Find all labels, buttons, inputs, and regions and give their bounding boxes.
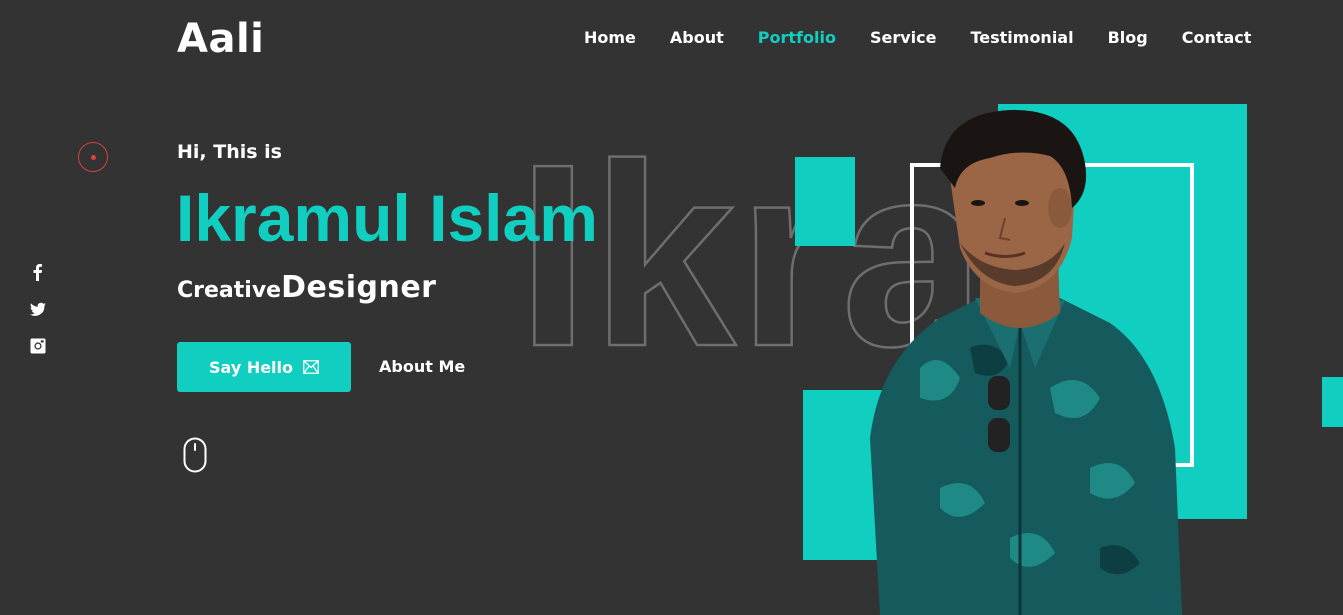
nav-contact[interactable]: Contact xyxy=(1182,28,1252,47)
facebook-icon[interactable] xyxy=(29,262,47,282)
hero-role: CreativeDesigner xyxy=(177,270,436,305)
nav-about[interactable]: About xyxy=(670,28,724,47)
nav-home[interactable]: Home xyxy=(584,28,636,47)
decor-square-small xyxy=(795,157,855,246)
brand-logo[interactable]: Aali xyxy=(177,16,264,62)
target-icon xyxy=(78,142,108,172)
about-me-link[interactable]: About Me xyxy=(379,357,465,376)
role-main: Designer xyxy=(281,270,437,305)
nav-testimonial[interactable]: Testimonial xyxy=(970,28,1073,47)
scroll-mouse-icon[interactable] xyxy=(183,437,207,473)
hero-name: Ikramul Islam xyxy=(176,181,598,255)
social-links xyxy=(29,262,47,356)
say-hello-button[interactable]: Say Hello xyxy=(177,342,351,392)
main-nav: Home About Portfolio Service Testimonial… xyxy=(584,28,1251,47)
nav-portfolio[interactable]: Portfolio xyxy=(758,28,836,47)
nav-blog[interactable]: Blog xyxy=(1108,28,1148,47)
role-prefix: Creative xyxy=(177,278,282,303)
decor-edge-tab[interactable] xyxy=(1322,377,1343,427)
envelope-icon xyxy=(303,360,319,374)
portrait-image xyxy=(870,109,1182,615)
twitter-icon[interactable] xyxy=(29,299,47,319)
say-hello-label: Say Hello xyxy=(208,357,294,377)
hero-greeting: Hi, This is xyxy=(177,141,282,163)
instagram-icon[interactable] xyxy=(29,336,47,356)
nav-service[interactable]: Service xyxy=(870,28,937,47)
